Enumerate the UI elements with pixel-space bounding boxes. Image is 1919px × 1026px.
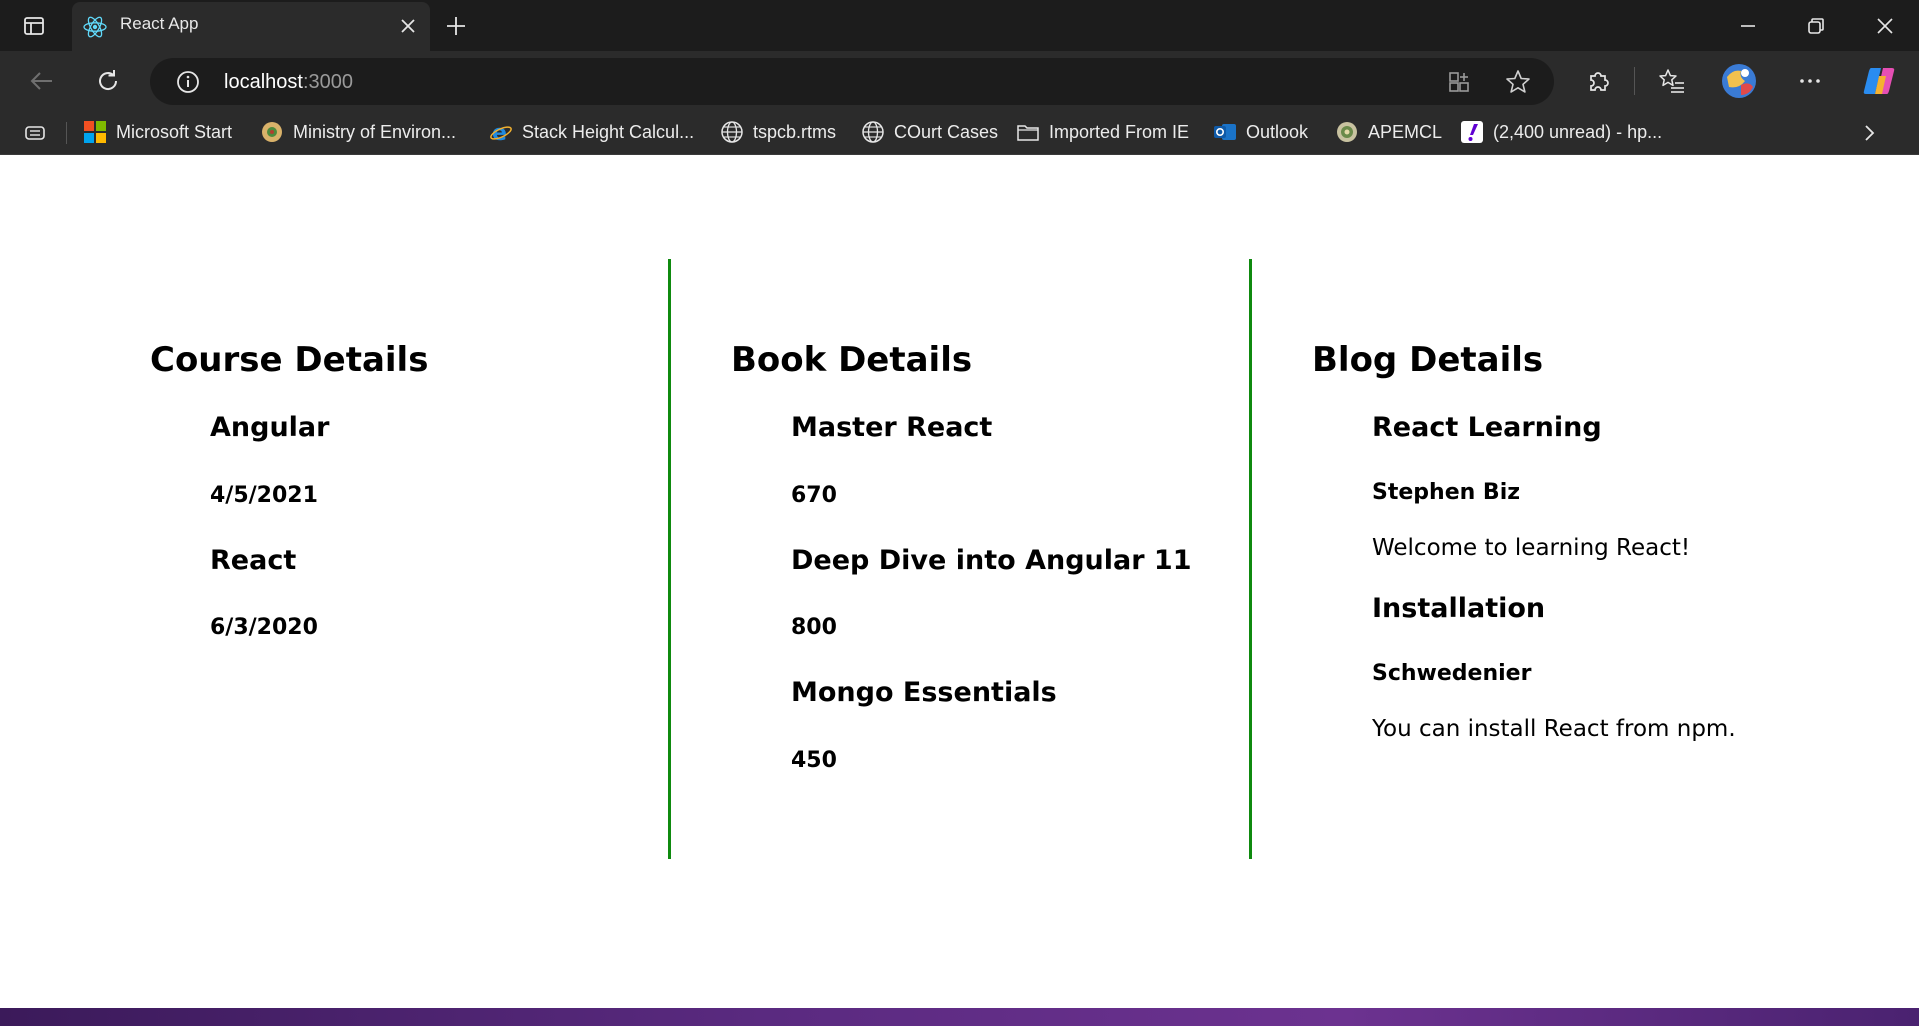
outlook-icon — [1214, 124, 1236, 140]
course-details-heading: Course Details — [150, 340, 429, 380]
blog-author: Schwedenier — [1372, 661, 1532, 686]
bookmark-microsoft-start[interactable]: Microsoft Start — [83, 117, 232, 147]
bookmark-label: APEMCL — [1368, 121, 1443, 142]
url-host: localhost — [224, 71, 303, 93]
bookmarks-bar: Microsoft Start Ministry of Environ... e… — [0, 111, 1919, 155]
blog-title: React Learning — [1372, 412, 1602, 443]
column-divider — [668, 259, 671, 859]
bookmark-tspcb-rtms[interactable]: tspcb.rtms — [720, 117, 836, 147]
title-bar: React App — [0, 0, 1919, 51]
book-price: 800 — [791, 615, 837, 640]
microsoft-logo-icon — [84, 121, 106, 143]
bookmark-label: Microsoft Start — [116, 121, 233, 142]
app-available-icon[interactable] — [1446, 69, 1472, 95]
blog-content: You can install React from npm. — [1372, 716, 1736, 742]
bookmark-label: COurt Cases — [894, 121, 999, 142]
bookmark-outlook[interactable]: Outlook — [1213, 117, 1308, 147]
internet-explorer-icon: e — [490, 121, 512, 144]
seal-icon — [1337, 122, 1357, 142]
bookmark-label: Imported From IE — [1049, 121, 1190, 142]
bookmark-label: Stack Height Calcul... — [522, 121, 695, 142]
book-price: 450 — [791, 748, 837, 773]
extensions-icon[interactable] — [1583, 66, 1613, 96]
blog-title: Installation — [1372, 593, 1546, 624]
bookmark-yahoo-mail[interactable]: (2,400 unread) - hp... — [1460, 117, 1662, 147]
react-logo-icon — [83, 16, 107, 38]
profile-avatar-icon[interactable] — [1721, 63, 1757, 99]
toolbar-separator — [1634, 67, 1635, 95]
bookmark-label: tspcb.rtms — [753, 121, 837, 142]
site-info-icon[interactable] — [175, 69, 201, 95]
sidebar-toggle-icon[interactable] — [22, 14, 46, 38]
toolbar: localhost:3000 — [0, 51, 1919, 111]
copilot-icon[interactable] — [1862, 64, 1896, 98]
bookmark-label: (2,400 unread) - hp... — [1493, 121, 1663, 142]
column-divider — [1249, 259, 1252, 859]
course-name: React — [210, 545, 297, 576]
minimize-icon[interactable] — [1735, 13, 1761, 39]
bookmark-court-cases[interactable]: COurt Cases — [861, 117, 998, 147]
bookmarks-separator — [66, 122, 67, 144]
globe-icon — [721, 121, 743, 143]
blog-author: Stephen Biz — [1372, 480, 1521, 505]
book-name: Deep Dive into Angular 11 — [791, 545, 1192, 576]
yahoo-mail-icon — [1461, 121, 1483, 143]
close-tab-icon[interactable] — [398, 16, 418, 36]
page-content: Course Details Angular 4/5/2021 React 6/… — [0, 155, 1919, 1008]
restore-icon[interactable] — [1803, 13, 1829, 39]
book-price: 670 — [791, 483, 837, 508]
tab-title: React App — [120, 14, 199, 33]
browser-window: React App localhost:3000 Microsoft Start… — [0, 0, 1919, 155]
bookmark-imported-from-ie[interactable]: Imported From IE — [1016, 117, 1189, 147]
book-name: Mongo Essentials — [791, 677, 1057, 708]
bookmark-ministry-of-environment[interactable]: Ministry of Environ... — [260, 117, 456, 147]
favorites-icon[interactable] — [1657, 66, 1687, 96]
emblem-icon — [262, 122, 282, 142]
refresh-icon[interactable] — [93, 66, 123, 96]
book-name: Master React — [791, 412, 993, 443]
address-bar[interactable]: localhost:3000 — [150, 58, 1554, 105]
tab-react-app[interactable]: React App — [72, 2, 430, 51]
blog-content: Welcome to learning React! — [1372, 535, 1691, 561]
bookmark-apemcl[interactable]: APEMCL — [1335, 117, 1442, 147]
course-date: 4/5/2021 — [210, 483, 318, 508]
blog-details-heading: Blog Details — [1312, 340, 1544, 380]
course-date: 6/3/2020 — [210, 615, 318, 640]
url-text[interactable]: localhost:3000 — [224, 71, 353, 94]
os-taskbar — [0, 1008, 1919, 1026]
url-port: :3000 — [302, 71, 353, 93]
chevron-right-icon[interactable] — [1858, 122, 1880, 144]
new-tab-icon[interactable] — [444, 14, 468, 38]
bookmark-label: Ministry of Environ... — [293, 121, 457, 142]
back-icon[interactable] — [27, 66, 57, 96]
folder-icon — [1017, 125, 1039, 141]
more-options-icon[interactable] — [1795, 66, 1825, 96]
collections-icon[interactable] — [24, 123, 48, 143]
book-details-heading: Book Details — [731, 340, 973, 380]
globe-icon — [862, 121, 884, 143]
favorite-star-icon[interactable] — [1504, 68, 1532, 96]
bookmark-label: Outlook — [1246, 121, 1309, 142]
course-name: Angular — [210, 412, 330, 443]
close-window-icon[interactable] — [1872, 13, 1898, 39]
bookmark-stack-height[interactable]: e Stack Height Calcul... — [489, 117, 694, 147]
